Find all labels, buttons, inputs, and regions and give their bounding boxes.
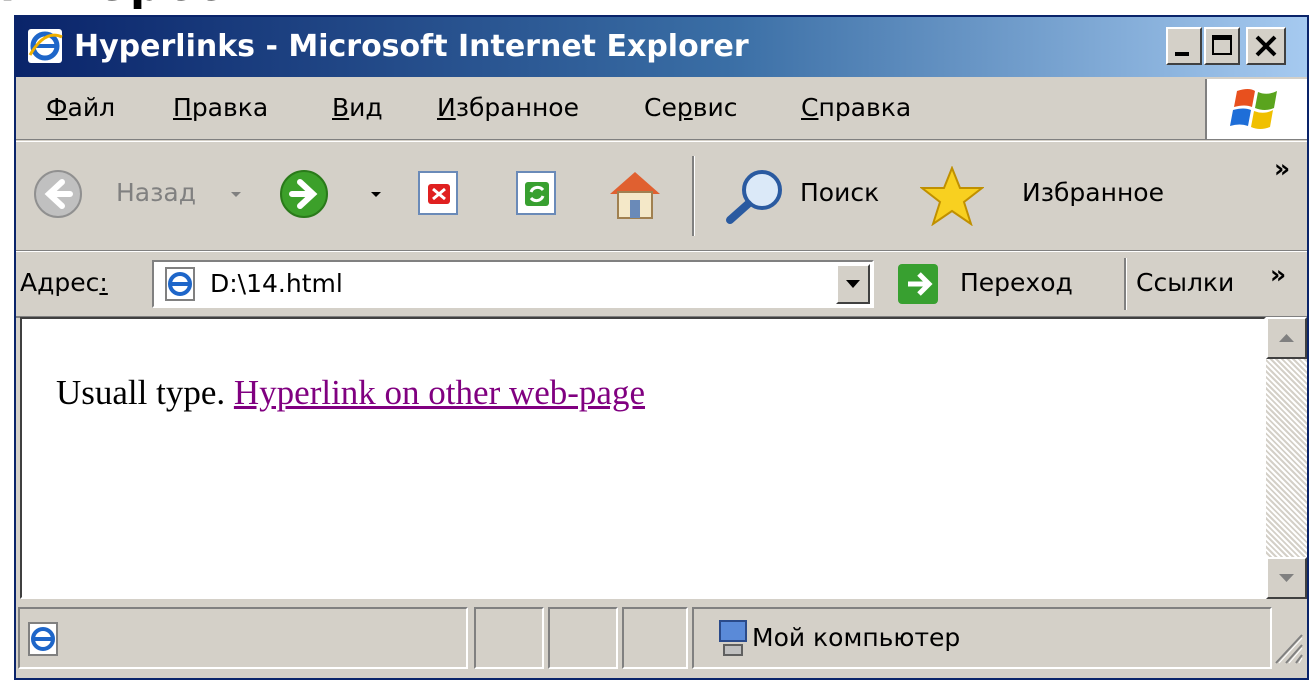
status-panel-1 (474, 607, 544, 669)
menu-edit[interactable]: Правка (173, 79, 268, 137)
address-bar: Адрес: D:\14.html Переход Ссылки » (16, 251, 1307, 318)
resize-grip-icon[interactable] (1270, 629, 1304, 669)
minimize-icon (1175, 52, 1189, 56)
ie-icon (28, 29, 63, 63)
toolbar-chevron[interactable]: » (1274, 154, 1290, 184)
title-bar[interactable]: Hyperlinks - Microsoft Internet Explorer (16, 17, 1307, 77)
minimize-button[interactable] (1166, 27, 1202, 65)
status-bar: Мой компьютер (16, 601, 1307, 678)
search-button-label[interactable]: Поиск (800, 178, 879, 208)
chevron-down-icon (846, 280, 860, 288)
go-arrow-icon[interactable] (896, 262, 940, 306)
maximize-button[interactable] (1204, 27, 1240, 65)
close-icon (1255, 35, 1277, 57)
ie-page-icon (28, 622, 58, 656)
chevron-up-icon (1279, 334, 1294, 342)
close-button[interactable] (1246, 27, 1286, 65)
forward-dropdown-icon[interactable] (368, 186, 384, 202)
address-label: Адрес: (20, 268, 108, 297)
back-arrow-icon[interactable] (32, 168, 84, 220)
links-label[interactable]: Ссылки (1136, 268, 1234, 298)
address-separator (1124, 258, 1127, 310)
hyperlink[interactable]: Hyperlink on other web-page (234, 373, 645, 412)
back-button-label[interactable]: Назад (116, 178, 196, 208)
zone-label: Мой компьютер (752, 623, 961, 652)
menu-bar: Файл Правка Вид Избранное Сервис Справка (16, 79, 1307, 140)
address-input[interactable]: D:\14.html (152, 260, 874, 308)
maximize-icon (1212, 35, 1232, 55)
favorites-button-label[interactable]: Избранное (1022, 178, 1164, 208)
slide-title-fragment: гиперссылки (0, 0, 600, 8)
windows-logo (1205, 79, 1307, 139)
go-button-label[interactable]: Переход (960, 268, 1073, 298)
address-value: D:\14.html (210, 269, 343, 298)
status-panel-2 (548, 607, 618, 669)
search-icon[interactable] (720, 166, 790, 224)
page-content: Usuall type. Hyperlink on other web-page (20, 317, 1266, 599)
plain-text: Usuall type. (56, 373, 226, 412)
window-title: Hyperlinks - Microsoft Internet Explorer (74, 29, 749, 64)
address-dropdown-button[interactable] (836, 264, 870, 304)
menu-view[interactable]: Вид (332, 79, 383, 137)
menu-file[interactable]: Файл (46, 79, 115, 137)
menu-tools[interactable]: Сервис (644, 79, 737, 137)
status-panel-main (18, 607, 468, 669)
links-chevron[interactable]: » (1270, 260, 1286, 290)
vertical-scrollbar[interactable] (1266, 317, 1307, 599)
standard-toolbar: Назад Поиск Избранное » (16, 141, 1307, 251)
menu-favorites[interactable]: Избранное (437, 79, 579, 137)
scroll-up-button[interactable] (1266, 317, 1307, 359)
computer-icon (719, 620, 747, 656)
favorites-star-icon[interactable] (920, 166, 984, 226)
forward-arrow-icon[interactable] (278, 168, 330, 220)
ie-window: Hyperlinks - Microsoft Internet Explorer… (14, 15, 1309, 680)
toolbar-separator (692, 156, 695, 236)
back-dropdown-icon[interactable] (228, 186, 244, 202)
status-panel-3 (622, 607, 688, 669)
page-icon (165, 267, 195, 301)
scroll-down-button[interactable] (1266, 557, 1307, 599)
windows-flag-icon (1230, 89, 1277, 129)
chevron-down-icon (1279, 574, 1294, 582)
home-icon[interactable] (606, 166, 664, 222)
stop-icon[interactable] (416, 170, 462, 218)
refresh-icon[interactable] (514, 170, 560, 218)
content-paragraph: Usuall type. Hyperlink on other web-page (56, 373, 645, 413)
menu-help[interactable]: Справка (801, 79, 911, 137)
